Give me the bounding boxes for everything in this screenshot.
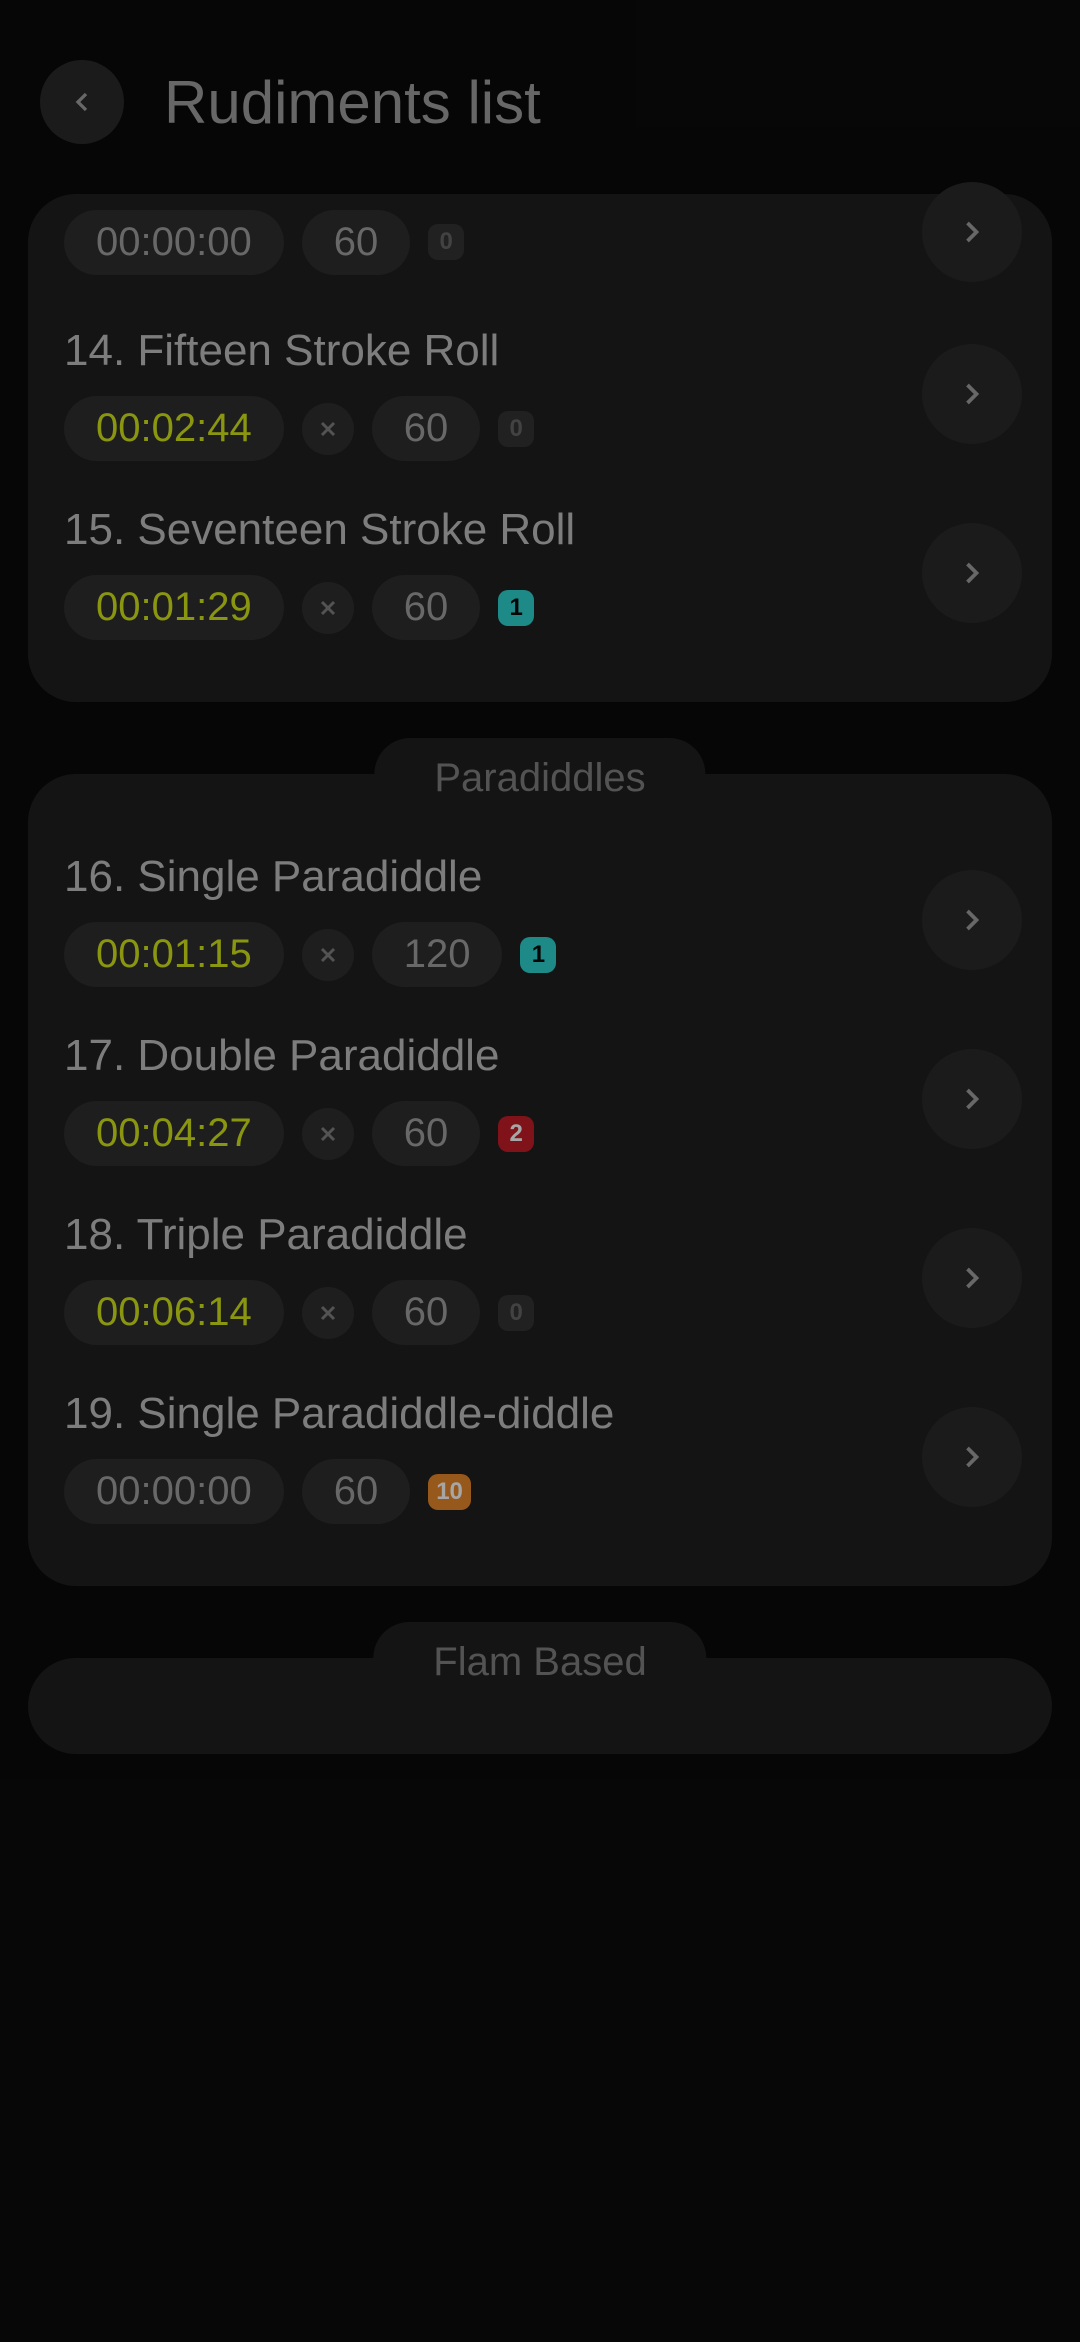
- chevron-right-icon: [954, 902, 990, 938]
- item-title: 16. Single Paradiddle: [64, 852, 922, 902]
- open-item-button[interactable]: [922, 344, 1022, 444]
- open-item-button[interactable]: [922, 1407, 1022, 1507]
- item-content: 14. Fifteen Stroke Roll 00:02:44 60 0: [64, 326, 922, 461]
- chevron-right-icon: [954, 1081, 990, 1117]
- item-content: 17. Double Paradiddle 00:04:27 60 2: [64, 1031, 922, 1166]
- tempo-pill[interactable]: 60: [302, 210, 411, 275]
- close-icon: [316, 417, 340, 441]
- item-title: 17. Double Paradiddle: [64, 1031, 922, 1081]
- group: Flam Based: [28, 1658, 1052, 1754]
- time-pill[interactable]: 00:06:14: [64, 1280, 284, 1345]
- tempo-pill[interactable]: 60: [372, 1101, 481, 1166]
- time-pill[interactable]: 00:00:00: [64, 1459, 284, 1524]
- open-item-button[interactable]: [922, 870, 1022, 970]
- chevron-right-icon: [954, 555, 990, 591]
- clear-time-button[interactable]: [302, 929, 354, 981]
- group: 00:00:00 60 0 14. Fifteen Stroke Roll 00:02:…: [28, 194, 1052, 702]
- item-content: 00:00:00 60 0: [64, 210, 922, 275]
- chevron-left-icon: [66, 86, 98, 118]
- count-badge: 10: [428, 1474, 471, 1510]
- list-item[interactable]: 19. Single Paradiddle-diddle 00:00:00 60 10: [64, 1367, 1022, 1546]
- tempo-pill[interactable]: 60: [372, 1280, 481, 1345]
- item-meta: 00:04:27 60 2: [64, 1101, 922, 1166]
- count-badge: 1: [498, 590, 534, 626]
- item-title: 19. Single Paradiddle-diddle: [64, 1389, 922, 1439]
- open-item-button[interactable]: [922, 1228, 1022, 1328]
- chevron-right-icon: [954, 1439, 990, 1475]
- close-icon: [316, 943, 340, 967]
- list-item[interactable]: 16. Single Paradiddle 00:01:15 120 1: [64, 830, 1022, 1009]
- chevron-right-icon: [954, 376, 990, 412]
- item-content: 15. Seventeen Stroke Roll 00:01:29 60 1: [64, 505, 922, 640]
- chevron-right-icon: [954, 214, 990, 250]
- list-item[interactable]: 14. Fifteen Stroke Roll 00:02:44 60 0: [64, 304, 1022, 483]
- chevron-right-icon: [954, 1260, 990, 1296]
- item-title: 18. Triple Paradiddle: [64, 1210, 922, 1260]
- time-pill[interactable]: 00:00:00: [64, 210, 284, 275]
- header: Rudiments list: [0, 0, 1080, 194]
- clear-time-button[interactable]: [302, 1108, 354, 1160]
- item-meta: 00:01:15 120 1: [64, 922, 922, 987]
- list-item[interactable]: 15. Seventeen Stroke Roll 00:01:29 60 1: [64, 483, 1022, 662]
- page-title: Rudiments list: [164, 68, 541, 137]
- item-meta: 00:01:29 60 1: [64, 575, 922, 640]
- close-icon: [316, 596, 340, 620]
- tempo-pill[interactable]: 60: [372, 396, 481, 461]
- group: Paradiddles16. Single Paradiddle00:01:15…: [28, 774, 1052, 1586]
- clear-time-button[interactable]: [302, 582, 354, 634]
- open-item-button[interactable]: [922, 523, 1022, 623]
- open-item-button[interactable]: [922, 182, 1022, 282]
- item-meta: 00:00:00 60 10: [64, 1459, 922, 1524]
- close-icon: [316, 1301, 340, 1325]
- group-label: Flam Based: [373, 1622, 706, 1685]
- list-item[interactable]: 18. Triple Paradiddle 00:06:14 60 0: [64, 1188, 1022, 1367]
- item-title: 15. Seventeen Stroke Roll: [64, 505, 922, 555]
- time-pill[interactable]: 00:01:29: [64, 575, 284, 640]
- open-item-button[interactable]: [922, 1049, 1022, 1149]
- tempo-pill[interactable]: 60: [372, 575, 481, 640]
- item-meta: 00:06:14 60 0: [64, 1280, 922, 1345]
- clear-time-button[interactable]: [302, 403, 354, 455]
- count-badge: 2: [498, 1116, 534, 1152]
- count-badge: 0: [498, 411, 534, 447]
- item-content: 16. Single Paradiddle 00:01:15 120 1: [64, 852, 922, 987]
- item-meta: 00:00:00 60 0: [64, 210, 922, 275]
- item-content: 19. Single Paradiddle-diddle 00:00:00 60 10: [64, 1389, 922, 1524]
- time-pill[interactable]: 00:04:27: [64, 1101, 284, 1166]
- count-badge: 1: [520, 937, 556, 973]
- clear-time-button[interactable]: [302, 1287, 354, 1339]
- count-badge: 0: [498, 1295, 534, 1331]
- group-label: Paradiddles: [374, 738, 705, 801]
- content-area: 00:00:00 60 0 14. Fifteen Stroke Roll 00:02:…: [0, 194, 1080, 1754]
- count-badge: 0: [428, 224, 464, 260]
- close-icon: [316, 1122, 340, 1146]
- list-item[interactable]: 17. Double Paradiddle 00:04:27 60 2: [64, 1009, 1022, 1188]
- item-title: 14. Fifteen Stroke Roll: [64, 326, 922, 376]
- item-meta: 00:02:44 60 0: [64, 396, 922, 461]
- item-content: 18. Triple Paradiddle 00:06:14 60 0: [64, 1210, 922, 1345]
- tempo-pill[interactable]: 120: [372, 922, 503, 987]
- tempo-pill[interactable]: 60: [302, 1459, 411, 1524]
- list-item[interactable]: 00:00:00 60 0: [64, 194, 1022, 304]
- time-pill[interactable]: 00:02:44: [64, 396, 284, 461]
- back-button[interactable]: [40, 60, 124, 144]
- time-pill[interactable]: 00:01:15: [64, 922, 284, 987]
